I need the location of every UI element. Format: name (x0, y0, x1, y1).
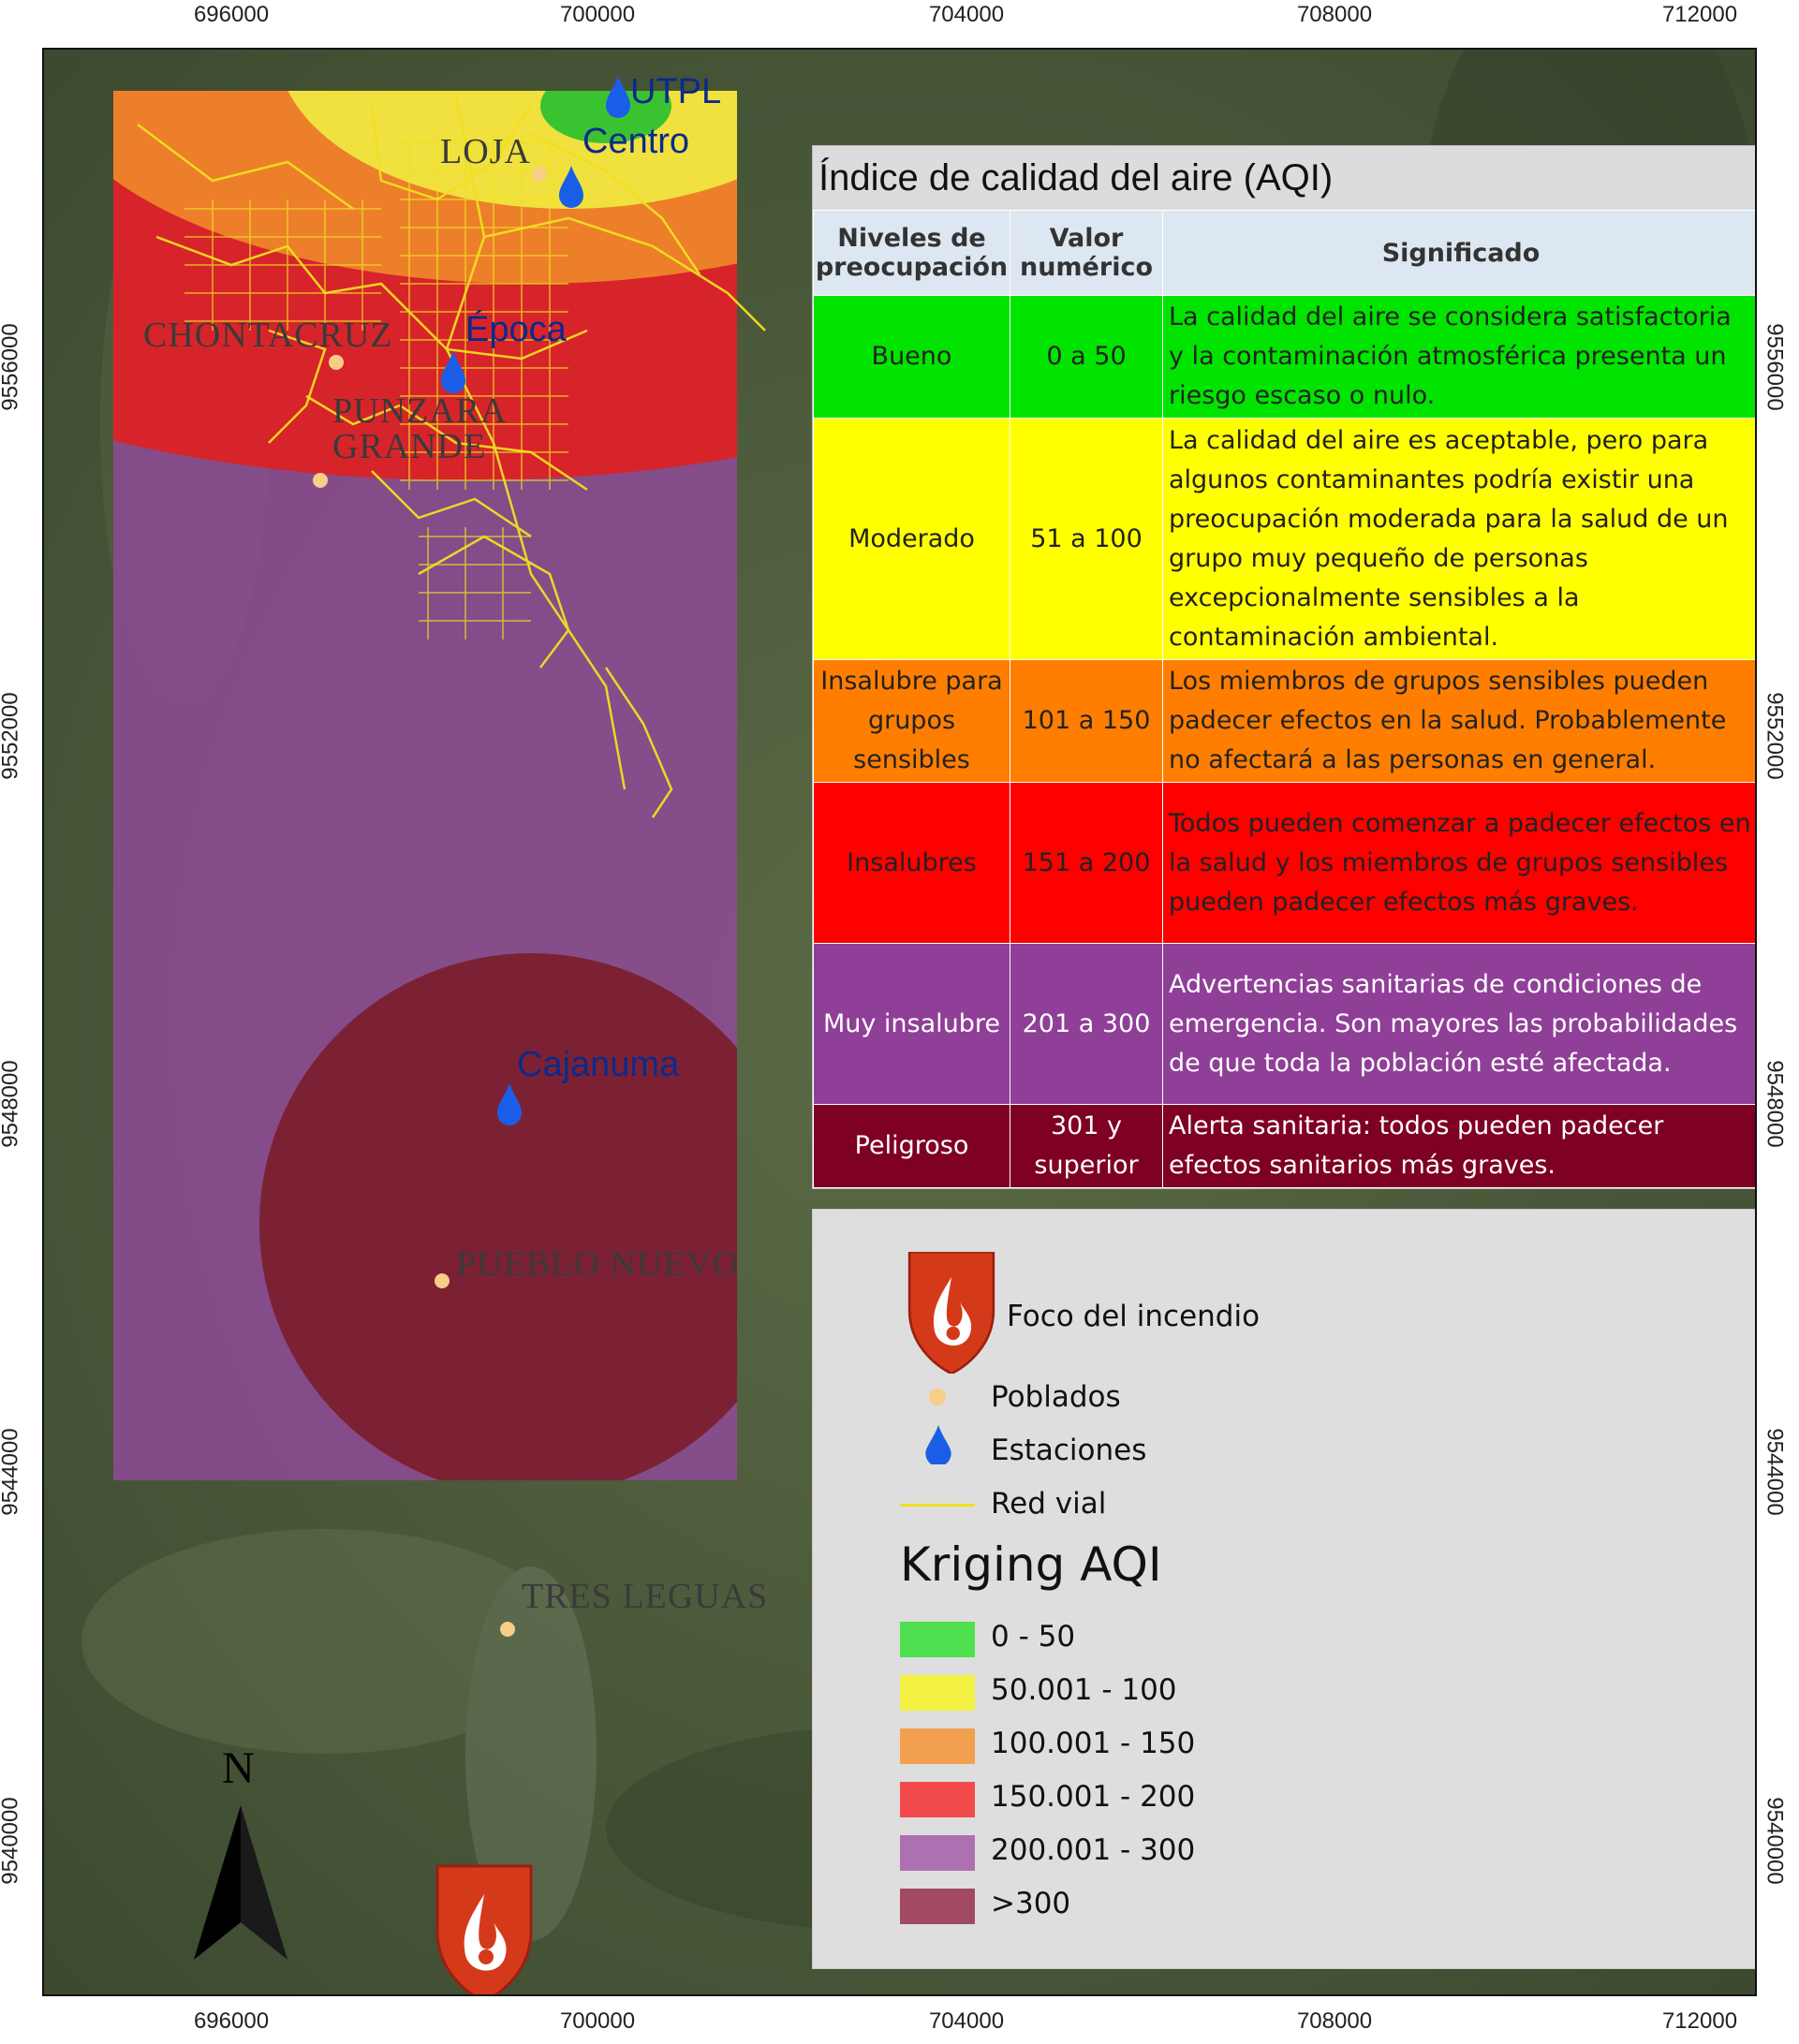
legend-class-label: 150.001 - 200 (991, 1780, 1196, 1814)
x-tick-top: 700000 (559, 2, 636, 27)
aqi-table-title: Índice de calidad del aire (AQI) (813, 146, 1755, 210)
place-label-loja: LOJA (440, 132, 531, 171)
legend-towns-label: Poblados (991, 1380, 1121, 1414)
aqi-table-row: Insalubres 151 a 200 Todos pueden comenzar… (813, 782, 1755, 944)
x-tick-top: 712000 (1661, 2, 1738, 27)
y-tick-right: 9556000 (1762, 323, 1788, 411)
legend-class-swatch (900, 1675, 975, 1711)
legend-stations-label: Estaciones (991, 1434, 1147, 1467)
aqi-table-row: Moderado 51 a 100 La calidad del aire es a… (813, 418, 1755, 660)
y-tick-left: 9540000 (0, 1797, 23, 1885)
x-tick-bottom: 712000 (1661, 2008, 1738, 2034)
header-meaning: Significado (1162, 210, 1755, 296)
x-tick-bottom: 708000 (1296, 2008, 1373, 2034)
header-levels: Niveles de preocupación (813, 210, 1010, 296)
aqi-cell-meaning: Los miembros de grupos sensibles pueden … (1162, 659, 1755, 783)
x-tick-top: 704000 (928, 2, 1005, 27)
aqi-cell-meaning: Alerta sanitaria: todos pueden padecer e… (1162, 1104, 1755, 1188)
legend-road-line (900, 1504, 975, 1507)
y-tick-right: 9540000 (1762, 1797, 1788, 1885)
fire-shield-icon (907, 1252, 995, 1374)
aqi-table-row: Insalubre para grupos sensibles 101 a 150… (813, 659, 1755, 783)
town-dot[interactable] (532, 167, 547, 182)
station-label-epoca: Época (465, 310, 567, 349)
map-frame[interactable]: LOJA CHONTACRUZ PUNZARA GRANDE PUEBLO NU… (42, 48, 1757, 1996)
legend-class-label: 50.001 - 100 (991, 1673, 1177, 1707)
y-tick-left: 9548000 (0, 1060, 23, 1148)
town-dot[interactable] (329, 355, 344, 370)
y-tick-left: 9552000 (0, 692, 23, 780)
legend-class-swatch (900, 1835, 975, 1871)
aqi-cell-level: Insalubre para grupos sensibles (813, 659, 1010, 783)
legend-fire-label: Foco del incendio (1007, 1300, 1261, 1333)
x-tick-bottom: 704000 (928, 2008, 1005, 2034)
aqi-cell-value: 301 y superior (1010, 1104, 1163, 1188)
map-legend: Foco del incendio Poblados Estaciones Re… (812, 1209, 1755, 1969)
town-dot[interactable] (313, 473, 328, 488)
legend-class-swatch (900, 1782, 975, 1817)
aqi-cell-level: Moderado (813, 418, 1010, 660)
aqi-cell-value: 151 a 200 (1010, 782, 1163, 944)
aqi-reference-table: Índice de calidad del aire (AQI) Niveles… (812, 145, 1755, 1189)
aqi-cell-meaning: Todos pueden comenzar a padecer efectos … (1162, 782, 1755, 944)
legend-class-label: 200.001 - 300 (991, 1833, 1196, 1867)
aqi-table-row: Peligroso 301 y superior Alerta sanitaria:… (813, 1104, 1755, 1188)
legend-kriging-title: Kriging AQI (900, 1537, 1162, 1592)
station-label-utpl: UTPL (630, 72, 722, 111)
aqi-cell-meaning: La calidad del aire se considera satisfa… (1162, 295, 1755, 419)
legend-class-label: >300 (991, 1887, 1071, 1920)
y-tick-left: 9556000 (0, 323, 23, 411)
legend-class-swatch (900, 1622, 975, 1657)
aqi-zone-hazardous (259, 953, 737, 1480)
station-label-cajanuma: Cajanuma (517, 1045, 680, 1084)
aqi-cell-value: 101 a 150 (1010, 659, 1163, 783)
x-tick-bottom: 696000 (193, 2008, 270, 2034)
town-dot[interactable] (435, 1273, 450, 1288)
station-label-centro: Centro (582, 122, 690, 161)
y-tick-right: 9548000 (1762, 1060, 1788, 1148)
north-label: N (222, 1743, 255, 1793)
legend-roads-label: Red vial (991, 1487, 1107, 1521)
legend-class-label: 100.001 - 150 (991, 1727, 1196, 1760)
aqi-cell-level: Insalubres (813, 782, 1010, 944)
aqi-cell-value: 0 a 50 (1010, 295, 1163, 419)
y-tick-left: 9544000 (0, 1428, 23, 1516)
aqi-cell-level: Peligroso (813, 1104, 1010, 1188)
aqi-cell-meaning: Advertencias sanitarias de condiciones d… (1162, 943, 1755, 1105)
x-tick-top: 708000 (1296, 2, 1373, 27)
place-label-tres-leguas: TRES LEGUAS (522, 1577, 769, 1616)
aqi-cell-meaning: La calidad del aire es aceptable, pero p… (1162, 418, 1755, 660)
fire-shield-icon[interactable] (435, 1864, 533, 1994)
legend-class-swatch (900, 1889, 975, 1924)
place-label-chontacruz: CHONTACRUZ (143, 316, 393, 355)
town-dot[interactable] (500, 1622, 515, 1637)
aqi-cell-value: 51 a 100 (1010, 418, 1163, 660)
water-drop-icon (925, 1425, 951, 1464)
aqi-cell-value: 201 a 300 (1010, 943, 1163, 1105)
y-tick-right: 9544000 (1762, 1428, 1788, 1516)
x-tick-top: 696000 (193, 2, 270, 27)
aqi-table: Niveles de preocupación Valor numérico S… (813, 210, 1755, 1188)
place-label-punzara-grande: PUNZARA GRANDE (332, 391, 506, 466)
header-value: Valor numérico (1010, 210, 1163, 296)
x-tick-bottom: 700000 (559, 2008, 636, 2034)
legend-town-dot (929, 1389, 946, 1405)
legend-class-swatch (900, 1728, 975, 1764)
aqi-cell-level: Bueno (813, 295, 1010, 419)
aqi-table-row: Muy insalubre 201 a 300 Advertencias sanit… (813, 943, 1755, 1105)
aqi-table-row: Bueno 0 a 50 La calidad del aire se consid… (813, 295, 1755, 419)
legend-class-label: 0 - 50 (991, 1620, 1076, 1654)
y-tick-right: 9552000 (1762, 692, 1788, 780)
aqi-cell-level: Muy insalubre (813, 943, 1010, 1105)
place-label-pueblo-nuevo: PUEBLO NUEVO (456, 1244, 740, 1284)
